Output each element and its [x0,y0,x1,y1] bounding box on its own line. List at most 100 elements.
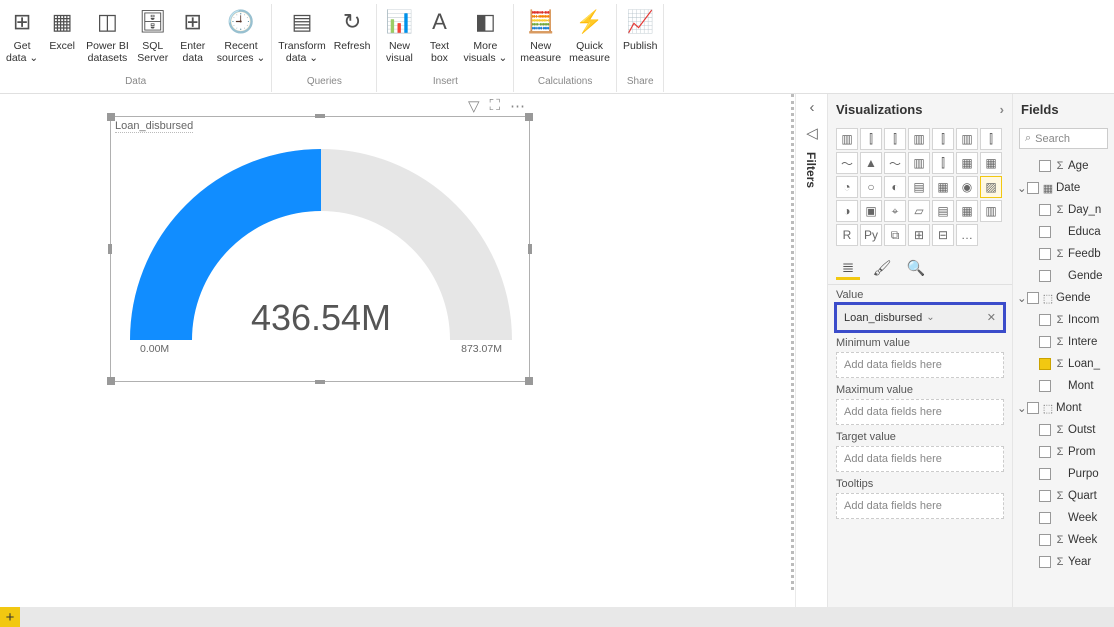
field-checkbox[interactable] [1039,270,1051,282]
field-row[interactable]: Purpo [1013,463,1114,485]
field-row[interactable]: ΣWeek [1013,529,1114,551]
viz-type-icon[interactable]: ◔ [836,176,858,198]
field-checkbox[interactable] [1039,512,1051,524]
field-checkbox[interactable] [1027,182,1039,194]
field-checkbox[interactable] [1027,402,1039,414]
field-row[interactable]: Mont [1013,375,1114,397]
viz-type-icon[interactable]: ▤ [908,176,930,198]
resize-handle[interactable] [315,114,325,118]
ribbon-button[interactable]: AText box [419,4,459,66]
ribbon-button[interactable]: ▦Excel [42,4,82,54]
viz-type-icon[interactable]: 〜 [884,152,906,174]
ribbon-button[interactable]: 🗄SQL Server [133,4,173,66]
viz-type-icon[interactable]: ▲ [860,152,882,174]
field-well-filled[interactable]: Loan_disbursed⌄✕ [836,304,1004,331]
viz-type-icon[interactable]: ▦ [980,152,1002,174]
field-checkbox[interactable] [1039,556,1051,568]
field-row[interactable]: ΣOutst [1013,419,1114,441]
field-checkbox[interactable] [1039,160,1051,172]
more-icon[interactable]: ⋯ [510,97,525,115]
resize-handle[interactable] [525,113,533,121]
ribbon-button[interactable]: ◫Power BI datasets [82,4,133,66]
ribbon-button[interactable]: ⚡Quick measure [565,4,614,66]
field-row[interactable]: ⌄⬚Mont [1013,397,1114,419]
field-row[interactable]: ⌄▦Date [1013,177,1114,199]
field-checkbox[interactable] [1039,226,1051,238]
viz-type-icon[interactable]: ◐ [884,176,906,198]
ribbon-button[interactable]: ◧More visuals ⌄ [459,4,511,66]
field-row[interactable]: ΣAge [1013,155,1114,177]
resize-handle[interactable] [107,377,115,385]
fields-search[interactable]: ⌕ Search [1019,128,1108,149]
viz-type-icon[interactable]: ▦ [956,152,978,174]
field-row[interactable]: ΣDay_n [1013,199,1114,221]
field-row[interactable]: ΣQuart [1013,485,1114,507]
filters-icon[interactable]: ◁ [796,120,828,146]
field-row[interactable]: ⌄⬚Gende [1013,287,1114,309]
viz-type-icon[interactable]: ▥ [956,128,978,150]
field-row[interactable]: Gende [1013,265,1114,287]
chevron-down-icon[interactable]: ⌄ [926,312,934,323]
viz-type-icon[interactable]: ▦ [956,200,978,222]
viz-type-icon[interactable]: ◉ [956,176,978,198]
expand-icon[interactable]: ⌄ [1017,181,1027,195]
ribbon-button[interactable]: 📈Publish [619,4,661,54]
focus-icon[interactable]: ⛶ [489,97,500,115]
field-row[interactable]: ΣIncom [1013,309,1114,331]
expand-icon[interactable]: ⌄ [1017,291,1027,305]
expand-filters-icon[interactable]: ‹ [796,94,828,120]
field-checkbox[interactable] [1027,292,1039,304]
gauge-visual[interactable]: ▽ ⛶ ⋯ Loan_disbursed 436.54M 0.00M 873.0… [110,116,530,382]
ribbon-button[interactable]: ⊞Get data ⌄ [2,4,42,66]
viz-type-icon[interactable]: ▨ [980,176,1002,198]
fields-tab[interactable]: ≣ [836,256,860,280]
ribbon-button[interactable]: ▤Transform data ⌄ [274,4,329,66]
field-checkbox[interactable] [1039,204,1051,216]
field-row[interactable]: Educa [1013,221,1114,243]
viz-type-icon[interactable]: ○ [860,176,882,198]
viz-type-icon[interactable]: ▥ [980,200,1002,222]
report-canvas[interactable]: ▽ ⛶ ⋯ Loan_disbursed 436.54M 0.00M 873.0… [0,94,794,590]
resize-handle[interactable] [315,380,325,384]
viz-type-icon[interactable]: ▥ [908,128,930,150]
field-checkbox[interactable] [1039,314,1051,326]
field-checkbox[interactable] [1039,468,1051,480]
field-checkbox[interactable] [1039,490,1051,502]
viz-type-icon[interactable]: ⊞ [908,224,930,246]
viz-type-icon[interactable]: ⌖ [884,200,906,222]
viz-type-icon[interactable]: ▤ [932,200,954,222]
field-row[interactable]: ΣYear [1013,551,1114,573]
viz-type-icon[interactable]: Py [860,224,882,246]
viz-type-icon[interactable]: 〜 [836,152,858,174]
viz-type-icon[interactable]: ⫿ [884,128,906,150]
viz-type-icon[interactable]: ▱ [908,200,930,222]
field-well-empty[interactable]: Add data fields here [836,352,1004,378]
field-checkbox[interactable] [1039,380,1051,392]
field-well-empty[interactable]: Add data fields here [836,446,1004,472]
ribbon-button[interactable]: 📊New visual [379,4,419,66]
field-well-empty[interactable]: Add data fields here [836,399,1004,425]
viz-type-icon[interactable]: ⫿ [980,128,1002,150]
resize-handle[interactable] [528,244,532,254]
field-checkbox[interactable] [1039,424,1051,436]
add-page-button[interactable]: + [0,607,20,627]
filters-label[interactable]: Filters [796,146,826,194]
viz-type-icon[interactable]: ⧉ [884,224,906,246]
expand-icon[interactable]: ⌄ [1017,401,1027,415]
field-row[interactable]: Week [1013,507,1114,529]
viz-type-icon[interactable]: ▥ [836,128,858,150]
field-row[interactable]: ΣIntere [1013,331,1114,353]
format-tab[interactable]: 🖌 [870,256,894,280]
viz-type-icon[interactable]: ▣ [860,200,882,222]
viz-type-icon[interactable]: ⫿ [860,128,882,150]
viz-type-icon[interactable]: ▦ [932,176,954,198]
viz-type-icon[interactable]: … [956,224,978,246]
viz-type-icon[interactable]: ◑ [836,200,858,222]
resize-handle[interactable] [107,113,115,121]
field-checkbox[interactable] [1039,534,1051,546]
resize-handle[interactable] [525,377,533,385]
field-row[interactable]: ΣLoan_ [1013,353,1114,375]
field-row[interactable]: ΣFeedb [1013,243,1114,265]
remove-field-icon[interactable]: ✕ [987,311,996,324]
ribbon-button[interactable]: ⊞Enter data [173,4,213,66]
